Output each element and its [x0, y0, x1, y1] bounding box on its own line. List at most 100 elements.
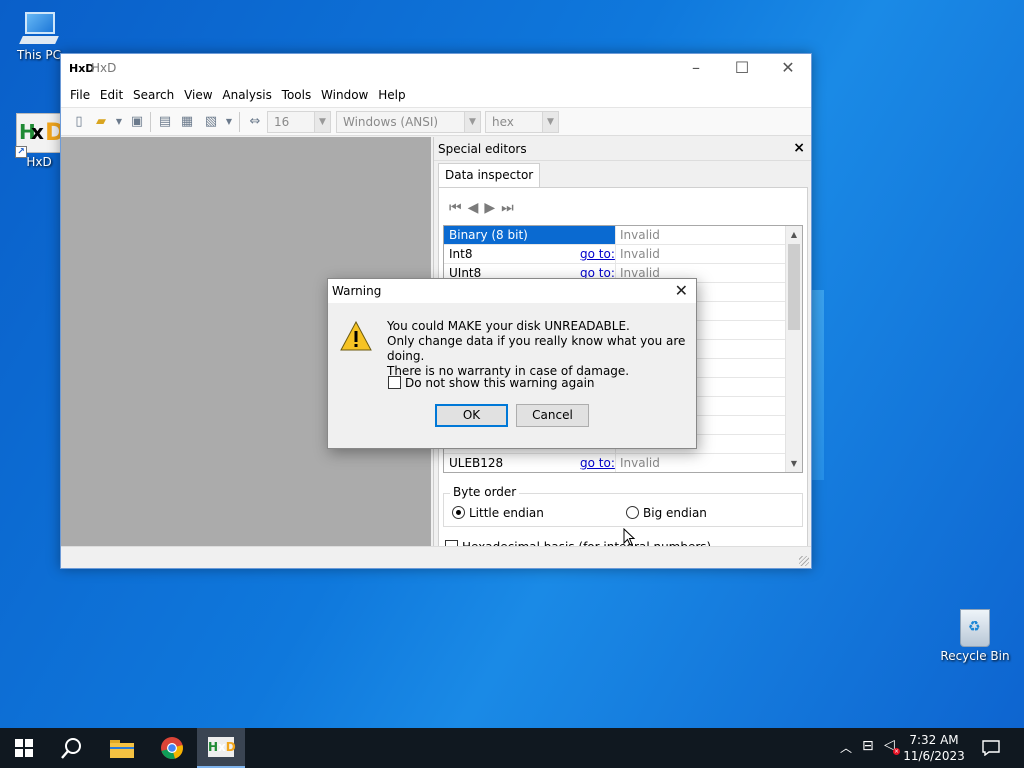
open-folder-icon[interactable]: ▰	[93, 114, 109, 130]
goto-link[interactable]: go to:	[580, 247, 615, 261]
image-file-icon[interactable]: ▧	[203, 114, 219, 130]
window-title: HxD	[91, 61, 117, 75]
warning-dialog: Warning ✕ You could MAKE your disk UNREA…	[327, 278, 697, 449]
dialog-title: Warning	[332, 284, 382, 298]
hxd-app-icon: Hx D ↗	[15, 113, 65, 158]
tab-data-inspector[interactable]: Data inspector	[438, 163, 541, 187]
taskbar-hxd[interactable]: HxD	[197, 728, 245, 768]
byte-order-group: Byte order Little endian Big endian	[443, 485, 803, 527]
warning-icon	[340, 321, 372, 351]
little-endian-radio[interactable]: Little endian	[452, 506, 544, 520]
show-hidden-icons-chevron-icon[interactable]: ︿	[840, 739, 852, 756]
new-file-icon[interactable]: ▯	[71, 114, 87, 130]
network-icon[interactable]: ⊟	[862, 738, 874, 754]
dialog-message: You could MAKE your disk UNREADABLE. Onl…	[387, 319, 696, 379]
menu-edit[interactable]: Edit	[97, 84, 126, 102]
offset-base-select[interactable]: hex ▼	[485, 111, 559, 133]
hxd-taskbar-icon: HxD	[208, 737, 236, 757]
chevron-down-icon[interactable]: ▼	[786, 455, 802, 472]
row-value: Invalid	[615, 245, 786, 263]
menu-tools[interactable]: Tools	[279, 84, 315, 102]
taskbar-clock[interactable]: 7:32 AM 11/6/2023	[902, 732, 966, 764]
search-button[interactable]	[48, 728, 96, 768]
bytes-per-row-icon: ⇔	[249, 114, 261, 129]
ok-button[interactable]: OK	[435, 404, 508, 427]
save-icon[interactable]: ▣	[129, 114, 145, 130]
menu-help[interactable]: Help	[375, 84, 408, 102]
chevron-down-icon: ▼	[464, 112, 480, 132]
taskbar-chrome[interactable]	[148, 728, 196, 768]
bytes-per-row-select[interactable]: 16 ▼	[267, 111, 331, 133]
notification-icon	[982, 740, 1000, 757]
special-editors-title: Special editors	[438, 142, 527, 156]
mouse-cursor-icon	[623, 528, 636, 546]
row-name: Binary (8 bit)	[449, 228, 528, 242]
dialog-close-icon[interactable]: ✕	[675, 281, 688, 300]
bytes-per-row-value: 16	[274, 115, 290, 129]
status-bar	[61, 546, 811, 568]
taskbar: HxD ︿ ⊟ ◁ × 7:32 AM 11/6/2023	[0, 728, 1024, 768]
close-button[interactable]: ✕	[765, 54, 811, 84]
do-not-show-label: Do not show this warning again	[405, 376, 595, 390]
toolbar: ▯ ▰ ▼ ▣ ▤ ▦ ▧ ▼ ⇔ 16 ▼ Windows (ANSI) ▼ …	[61, 108, 811, 136]
row-value: Invalid	[615, 226, 786, 244]
desktop-icon-recycle-bin[interactable]: ♻ Recycle Bin	[936, 603, 1014, 663]
window-titlebar[interactable]: HxD HxD – ☐ ✕	[61, 54, 811, 84]
table-row[interactable]: Int8 go to: Invalid	[444, 245, 786, 264]
computer-icon	[19, 10, 59, 46]
special-editors-header: Special editors ×	[434, 137, 811, 161]
toolbar-separator	[239, 112, 240, 132]
message-line: You could MAKE your disk UNREADABLE.	[387, 319, 630, 333]
byte-order-legend: Byte order	[450, 485, 520, 499]
dialog-titlebar[interactable]: Warning ✕	[328, 279, 696, 303]
chevron-up-icon[interactable]: ▲	[786, 226, 802, 243]
resize-grip-icon[interactable]	[799, 556, 809, 566]
search-icon	[61, 738, 81, 759]
desktop-icon-label: Recycle Bin	[940, 649, 1010, 663]
disk-editor-icon[interactable]: ▤	[157, 114, 173, 130]
do-not-show-checkbox[interactable]: Do not show this warning again	[388, 376, 595, 390]
ram-editor-icon[interactable]: ▦	[179, 114, 195, 130]
chevron-down-icon: ▼	[314, 112, 330, 132]
open-dropdown-chevron-icon[interactable]: ▼	[111, 114, 127, 130]
menu-window[interactable]: Window	[318, 84, 371, 102]
maximize-button[interactable]: ☐	[719, 54, 765, 84]
offset-base-value: hex	[492, 115, 514, 129]
previous-icon[interactable]: ◀	[468, 200, 485, 216]
image-dropdown-chevron-icon[interactable]: ▼	[221, 114, 237, 130]
chrome-icon	[161, 737, 183, 759]
folder-icon	[110, 740, 134, 758]
clock-time: 7:32 AM	[909, 733, 959, 747]
cancel-button[interactable]: Cancel	[516, 404, 589, 427]
panel-close-icon[interactable]: ×	[793, 140, 805, 156]
menu-file[interactable]: File	[67, 84, 93, 102]
goto-link[interactable]: go to:	[580, 456, 615, 470]
mute-badge-icon: ×	[893, 748, 900, 755]
shortcut-arrow-icon: ↗	[15, 146, 27, 158]
minimize-button[interactable]: –	[673, 54, 719, 84]
grid-scrollbar[interactable]: ▲ ▼	[785, 226, 802, 472]
chevron-down-icon: ▼	[542, 112, 558, 132]
toolbar-separator	[150, 112, 151, 132]
table-row[interactable]: Binary (8 bit) Invalid	[444, 226, 786, 245]
menu-analysis[interactable]: Analysis	[219, 84, 274, 102]
start-button[interactable]	[0, 728, 48, 768]
charset-value: Windows (ANSI)	[343, 115, 439, 129]
menu-view[interactable]: View	[181, 84, 215, 102]
first-icon[interactable]: ⏮	[449, 200, 468, 216]
next-icon[interactable]: ▶	[484, 200, 501, 216]
recycle-bin-icon: ♻	[957, 603, 993, 647]
table-row[interactable]: ULEB128 go to: Invalid	[444, 454, 786, 472]
big-endian-label: Big endian	[643, 506, 707, 520]
row-name: Int8	[449, 247, 473, 261]
big-endian-radio[interactable]: Big endian	[626, 506, 707, 520]
scrollbar-thumb[interactable]	[788, 244, 800, 330]
checkbox-box[interactable]	[388, 376, 401, 389]
menu-search[interactable]: Search	[130, 84, 177, 102]
action-center-button[interactable]	[968, 728, 1014, 768]
row-name: ULEB128	[449, 456, 504, 470]
menu-bar: File Edit Search View Analysis Tools Win…	[61, 84, 811, 108]
last-icon[interactable]: ⏭	[501, 200, 520, 216]
charset-select[interactable]: Windows (ANSI) ▼	[336, 111, 481, 133]
taskbar-file-explorer[interactable]	[98, 728, 146, 768]
